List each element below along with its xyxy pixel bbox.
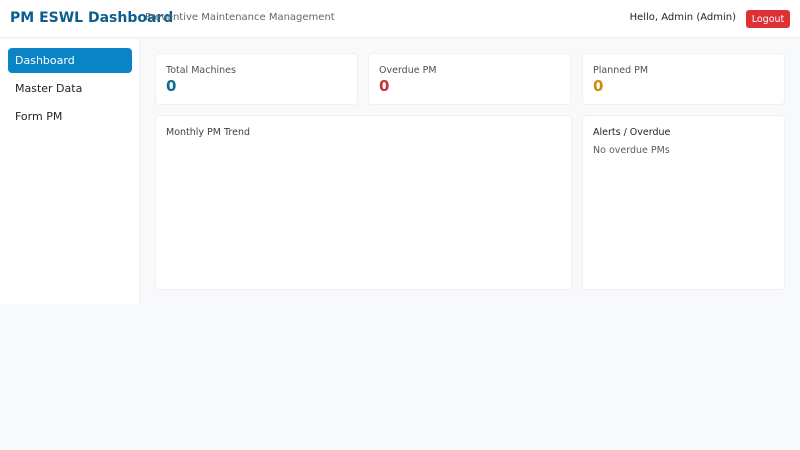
stat-value: 0 [166, 77, 177, 95]
stat-label: Planned PM [593, 65, 649, 76]
stat-label: Overdue PM [379, 65, 437, 76]
stat-value: 0 [379, 77, 390, 95]
stat-card-planned-pm: Planned PM 0 [582, 53, 785, 105]
panel-title: Alerts / Overdue [593, 127, 671, 138]
top-bar: PM ESWL Dashboard Preventive Maintenance… [0, 0, 800, 38]
panel-title: Monthly PM Trend [166, 127, 251, 138]
logout-button[interactable]: Logout [746, 10, 790, 28]
user-greeting: Hello, Admin (Admin) [629, 12, 736, 23]
sidebar-item-master-data[interactable]: Master Data [8, 76, 132, 101]
stat-card-total-machines: Total Machines 0 [155, 53, 358, 105]
sidebar-item-dashboard[interactable]: Dashboard [8, 48, 132, 73]
alerts-empty-message: No overdue PMs [593, 145, 670, 156]
sidebar: Dashboard Master Data Form PM [0, 39, 140, 304]
stat-value: 0 [593, 77, 604, 95]
alerts-panel: Alerts / Overdue No overdue PMs [582, 115, 785, 290]
stat-card-overdue-pm: Overdue PM 0 [368, 53, 571, 105]
sidebar-item-form-pm[interactable]: Form PM [8, 104, 132, 129]
monthly-pm-trend-panel: Monthly PM Trend [155, 115, 572, 290]
stat-label: Total Machines [166, 65, 236, 76]
app-subtitle: Preventive Maintenance Management [145, 12, 335, 23]
